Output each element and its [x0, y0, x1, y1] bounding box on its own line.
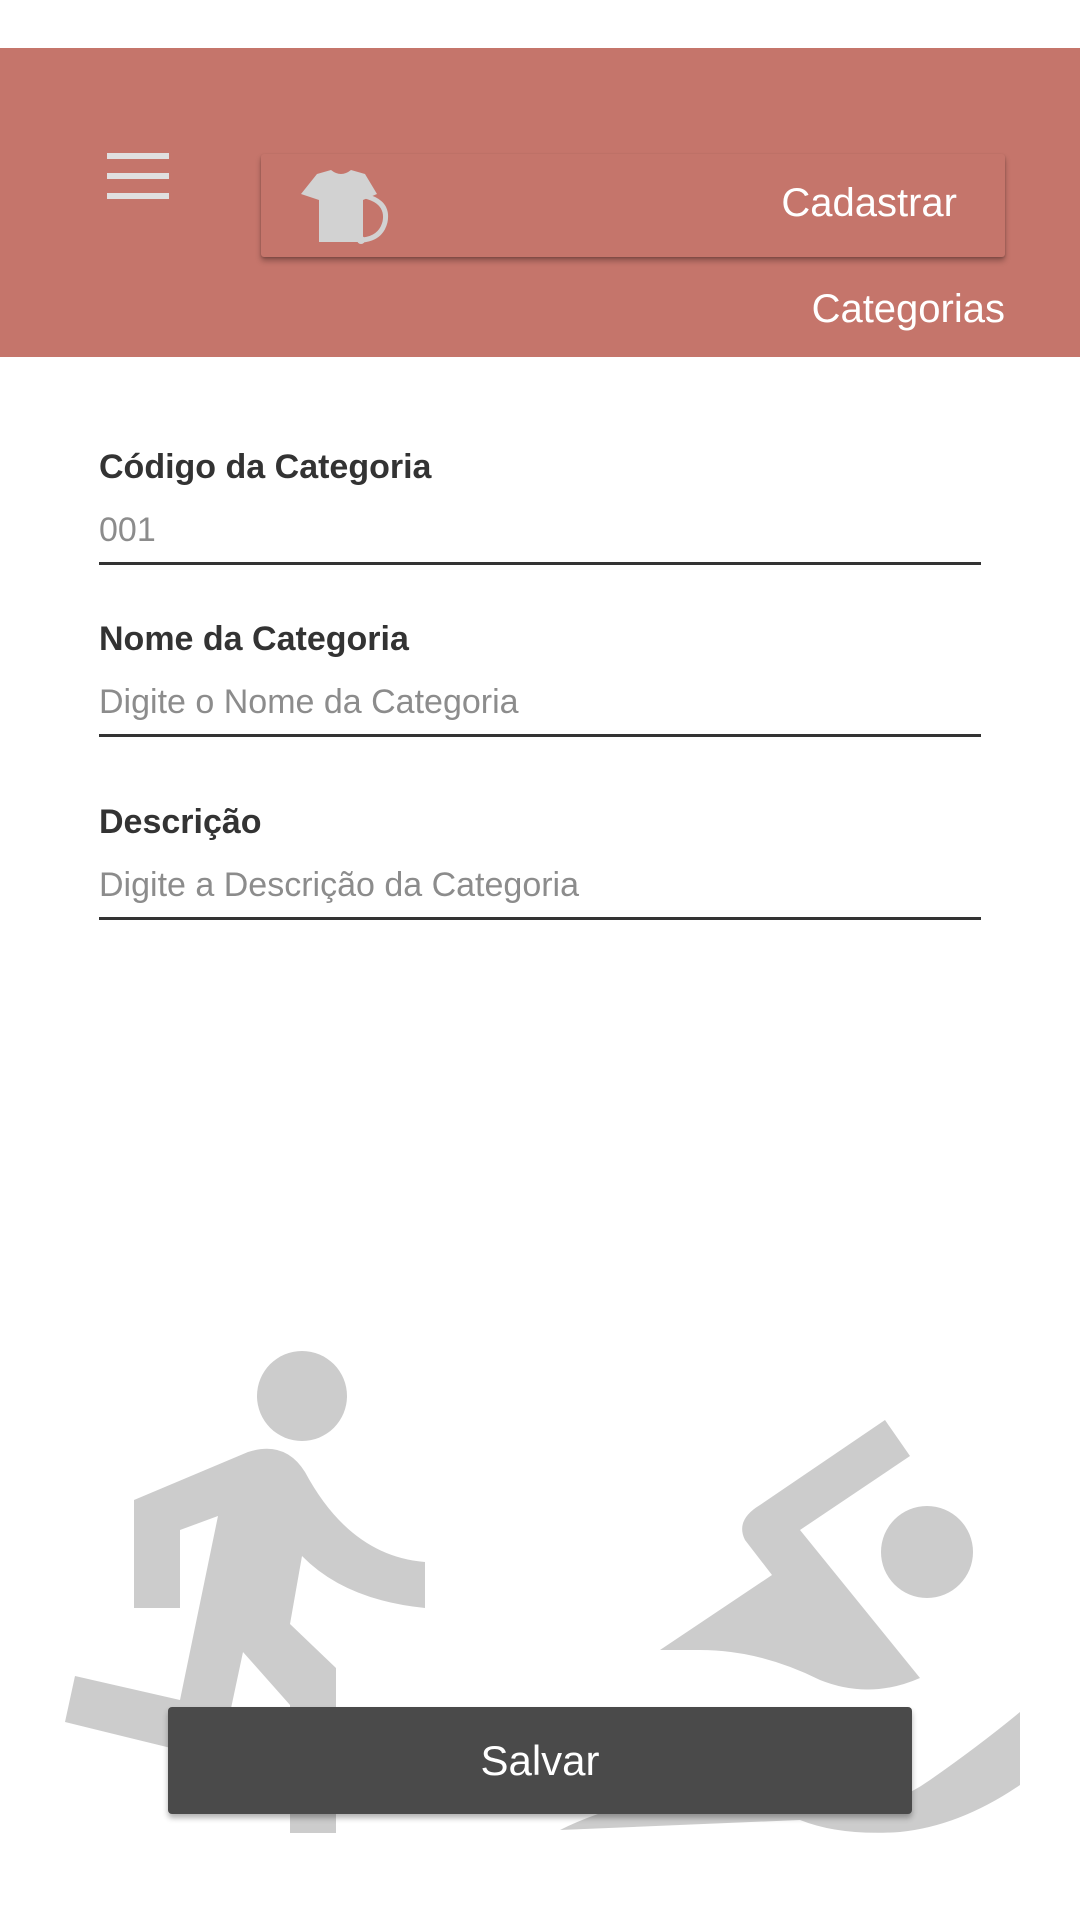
category-code-field: Código da Categoria [99, 447, 981, 565]
category-code-input[interactable] [99, 511, 981, 565]
save-button[interactable]: Salvar [168, 1707, 912, 1814]
page-title-line1: Cadastrar [781, 181, 957, 225]
menu-icon [107, 153, 169, 199]
shirt-icon [301, 170, 389, 244]
category-code-label: Código da Categoria [99, 448, 432, 486]
category-name-label: Nome da Categoria [99, 620, 409, 658]
title-card: Cadastrar [261, 154, 1005, 257]
category-name-field: Nome da Categoria [99, 619, 981, 737]
category-description-input[interactable] [99, 866, 981, 920]
menu-button[interactable] [92, 130, 184, 222]
page-title-line2: Categorias [811, 287, 1005, 331]
category-description-label: Descrição [99, 803, 262, 841]
category-name-input[interactable] [99, 683, 981, 737]
category-description-field: Descrição [99, 802, 981, 920]
